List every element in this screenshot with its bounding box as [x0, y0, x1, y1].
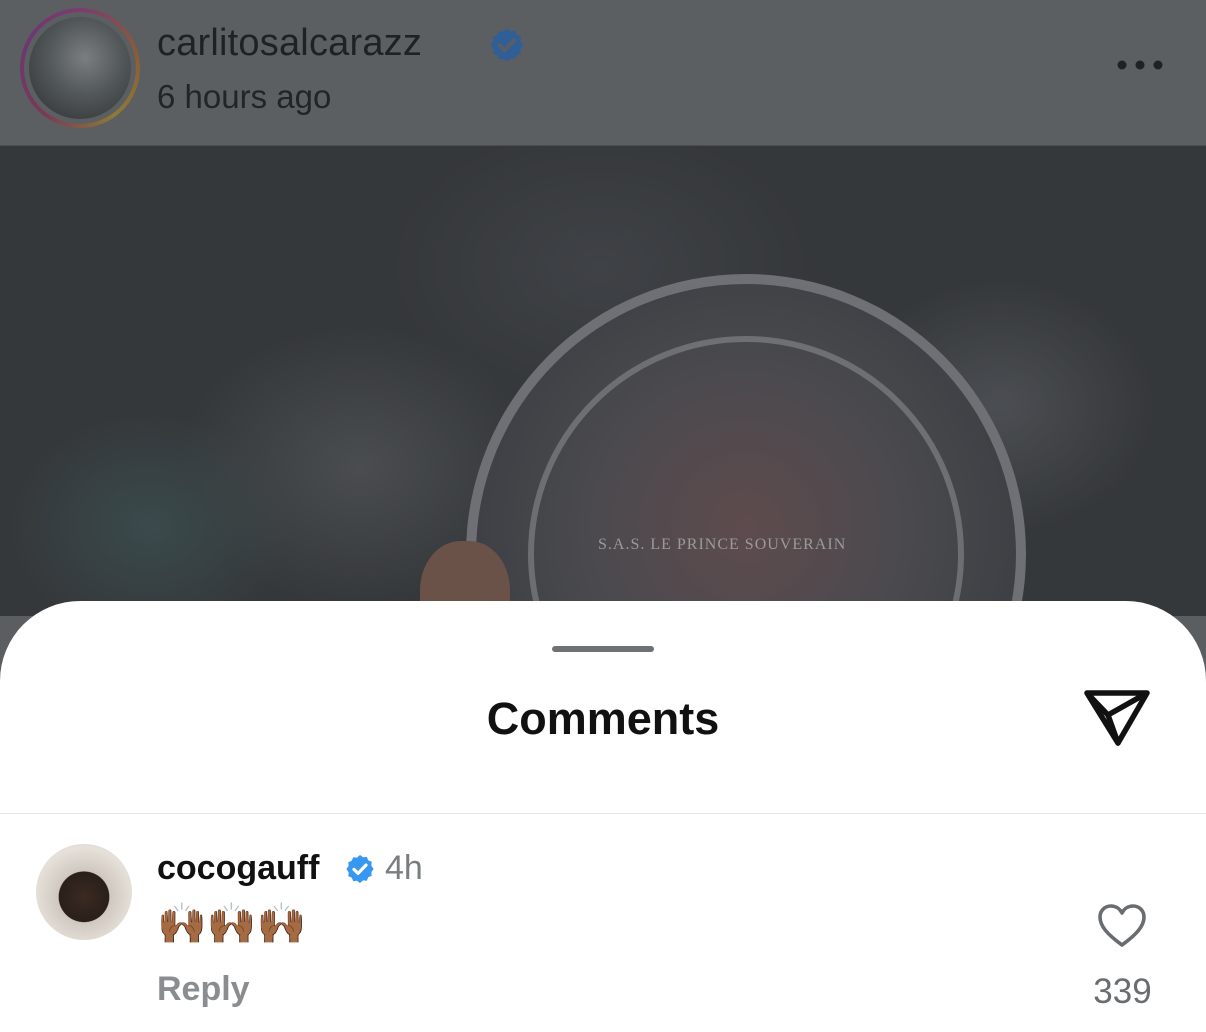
- plate-inscription: S.A.S. LE PRINCE SOUVERAIN: [598, 536, 847, 553]
- post-username[interactable]: carlitosalcarazz: [157, 22, 422, 65]
- comment-time: 4h: [385, 849, 423, 887]
- post-header: carlitosalcarazz 6 hours ago: [0, 0, 1206, 146]
- send-icon[interactable]: [1082, 687, 1152, 751]
- verified-badge-icon: [346, 855, 374, 883]
- comments-sheet: Comments cocogauff 4h 🙌🏾🙌🏾🙌🏾 Reply 339: [0, 601, 1206, 1032]
- verified-badge-icon: [490, 28, 524, 62]
- reply-button[interactable]: Reply: [157, 970, 250, 1009]
- heart-icon[interactable]: [1097, 903, 1147, 949]
- comment-text: 🙌🏾🙌🏾🙌🏾: [157, 902, 307, 946]
- more-options-icon[interactable]: [1110, 52, 1170, 78]
- commenter-username[interactable]: cocogauff: [157, 849, 319, 888]
- sheet-grabber[interactable]: [552, 646, 654, 652]
- divider: [0, 813, 1206, 814]
- post-time: 6 hours ago: [157, 78, 332, 115]
- comments-title: Comments: [486, 693, 720, 744]
- commenter-avatar[interactable]: [36, 844, 132, 940]
- like-count: 339: [1093, 972, 1152, 1011]
- trophy-plate: [466, 274, 1026, 616]
- post-photo[interactable]: S.A.S. LE PRINCE SOUVERAIN: [0, 146, 1206, 616]
- author-avatar[interactable]: [20, 8, 140, 128]
